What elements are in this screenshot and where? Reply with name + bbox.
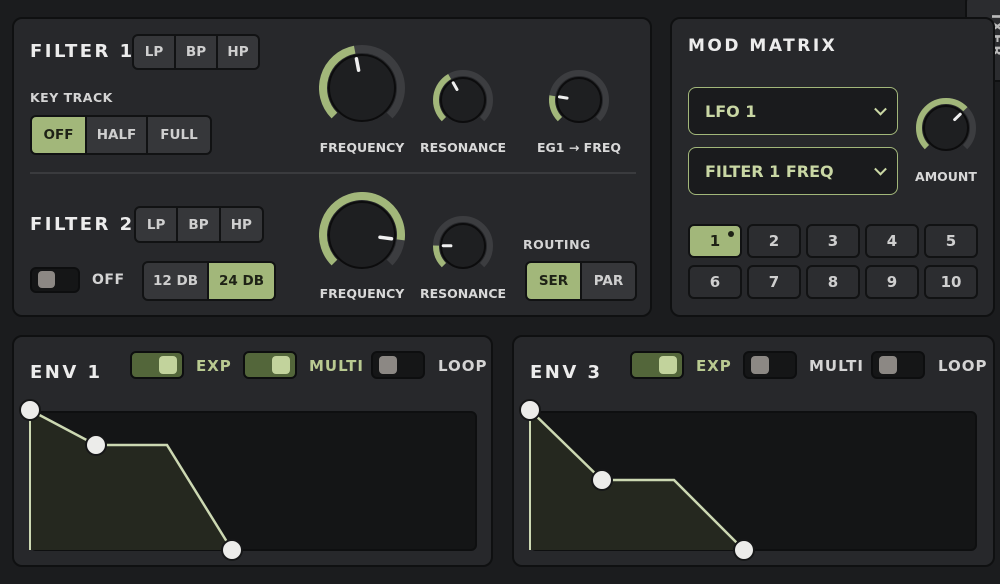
knob-body — [923, 105, 969, 151]
keytrack-half[interactable]: HALF — [87, 117, 146, 153]
mod-slot-8[interactable]: 8 — [806, 265, 860, 299]
knob-graphic — [433, 216, 493, 269]
chevron-down-icon — [874, 102, 887, 116]
mod-matrix-panel: MOD MATRIX LFO 1 FILTER 1 FREQ AMOUNT 1 … — [670, 17, 995, 317]
filter2-resonance-knob[interactable] — [432, 215, 494, 277]
filter2-enable-label: OFF — [92, 272, 125, 288]
mod-slot-3-label: 3 — [827, 232, 839, 250]
filter2-mode-hp[interactable]: HP — [220, 208, 262, 241]
env3-release-handle[interactable] — [733, 539, 755, 561]
mod-slot-10[interactable]: 10 — [924, 265, 978, 299]
filter2-resonance-label: RESONANCE — [419, 286, 507, 301]
routing-selector: SER PAR — [525, 261, 637, 301]
mod-source-dropdown[interactable]: LFO 1 — [688, 87, 898, 135]
filter1-mode-hp[interactable]: HP — [218, 36, 258, 68]
keytrack-off[interactable]: OFF — [32, 117, 85, 153]
mod-slot-1-label: 1 — [709, 232, 721, 250]
knob-pointer — [354, 57, 361, 72]
mod-slot-9-label: 9 — [886, 273, 898, 291]
filter1-mode-bp[interactable]: BP — [176, 36, 216, 68]
filter1-mode-lp[interactable]: LP — [134, 36, 174, 68]
filter-panel: FILTER 1 LP BP HP KEY TRACK OFF HALF FUL… — [12, 17, 652, 317]
filter1-frequency-knob[interactable] — [319, 45, 405, 131]
knob-graphic — [916, 98, 976, 151]
filter1-resonance-label: RESONANCE — [419, 140, 507, 155]
mod-amount-knob[interactable] — [915, 97, 977, 159]
env3-attack-handle[interactable] — [519, 399, 541, 421]
filter1-mode-selector: LP BP HP — [132, 34, 260, 70]
mod-slot-5[interactable]: 5 — [924, 224, 978, 258]
knob-graphic — [433, 70, 493, 123]
mod-matrix-title: MOD MATRIX — [688, 36, 838, 56]
keytrack-selector: OFF HALF FULL — [30, 115, 212, 155]
mod-slot-5-label: 5 — [945, 232, 957, 250]
mod-slot-1[interactable]: 1 — [688, 224, 742, 258]
routing-par[interactable]: PAR — [582, 263, 635, 299]
mod-slot-4[interactable]: 4 — [865, 224, 919, 258]
env1-decay-handle[interactable] — [85, 434, 107, 456]
knob-graphic — [319, 45, 405, 122]
env1-attack-handle[interactable] — [19, 399, 41, 421]
env1-panel: ENV 1 EXP MULTI LOOP — [12, 335, 493, 567]
keytrack-label: KEY TRACK — [30, 90, 113, 105]
knob-graphic — [549, 70, 609, 123]
knob-body — [328, 54, 396, 122]
env3-curve — [519, 399, 755, 561]
env3-panel: ENV 3 EXP MULTI LOOP — [512, 335, 995, 567]
filter1-title: FILTER 1 — [30, 41, 135, 62]
filter2-slope-selector: 12 DB 24 DB — [142, 261, 276, 301]
mod-slot-8-label: 8 — [827, 273, 839, 291]
filter1-eg1-freq-knob[interactable] — [548, 69, 610, 131]
knob-body — [556, 77, 602, 123]
mod-slot-2-label: 2 — [768, 232, 780, 250]
slope-12db[interactable]: 12 DB — [144, 263, 207, 299]
slope-24db[interactable]: 24 DB — [209, 263, 274, 299]
filter2-frequency-label: FREQUENCY — [319, 286, 405, 301]
mod-slot-7[interactable]: 7 — [747, 265, 801, 299]
filter1-eg1-freq-label: EG1 → FREQ — [536, 140, 621, 155]
filter1-resonance-knob[interactable] — [432, 69, 494, 131]
routing-ser[interactable]: SER — [527, 263, 580, 299]
filter2-enable-toggle[interactable] — [30, 267, 80, 293]
filter2-mode-bp[interactable]: BP — [178, 208, 219, 241]
filter1-frequency-label: FREQUENCY — [319, 140, 405, 155]
env1-curve — [19, 399, 243, 561]
mod-slot-9[interactable]: 9 — [865, 265, 919, 299]
knob-pointer — [378, 235, 394, 241]
mod-slot-3[interactable]: 3 — [806, 224, 860, 258]
knob-body — [440, 77, 486, 123]
filter2-title: FILTER 2 — [30, 214, 135, 235]
filter2-mode-selector: LP BP HP — [134, 206, 264, 243]
mod-slot-2[interactable]: 2 — [747, 224, 801, 258]
env1-release-handle[interactable] — [221, 539, 243, 561]
filter2-mode-lp[interactable]: LP — [136, 208, 177, 241]
filter2-frequency-knob[interactable] — [319, 192, 405, 278]
mod-slot-7-label: 7 — [768, 273, 780, 291]
mod-destination-dropdown[interactable]: FILTER 1 FREQ — [688, 147, 898, 195]
knob-pointer — [557, 95, 569, 100]
filter-divider — [30, 172, 636, 174]
routing-label: ROUTING — [523, 237, 591, 252]
mod-slot-6[interactable]: 6 — [688, 265, 742, 299]
env1-fill — [30, 410, 232, 550]
mod-amount-label: AMOUNT — [915, 169, 977, 184]
mod-slot-10-label: 10 — [940, 273, 962, 291]
env3-decay-handle[interactable] — [591, 469, 613, 491]
keytrack-full[interactable]: FULL — [148, 117, 210, 153]
mod-slot-6-label: 6 — [709, 273, 721, 291]
knob-body — [328, 201, 396, 269]
chevron-down-icon — [874, 162, 887, 176]
filter2-enable-thumb — [38, 271, 55, 288]
knob-graphic — [319, 192, 405, 269]
mod-source-value: LFO 1 — [705, 101, 757, 121]
active-dot — [728, 231, 734, 237]
mod-destination-value: FILTER 1 FREQ — [705, 161, 834, 181]
mod-slot-4-label: 4 — [886, 232, 898, 250]
